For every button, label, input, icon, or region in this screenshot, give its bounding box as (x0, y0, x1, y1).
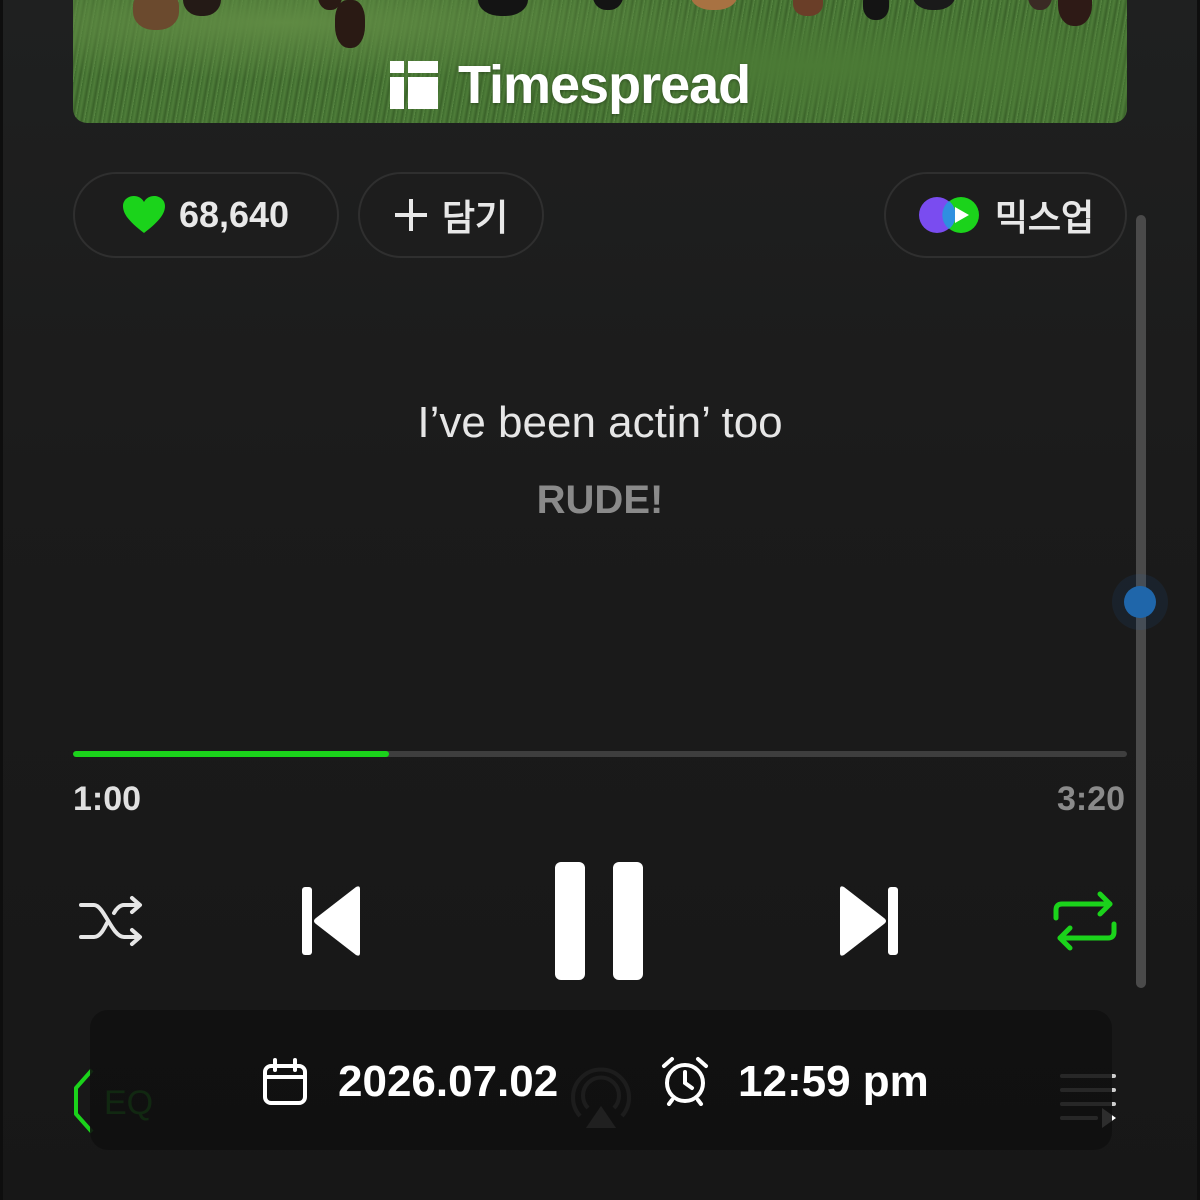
art-figure (793, 0, 823, 16)
progress-fill (73, 751, 390, 757)
brand-logo-icon (390, 61, 438, 109)
like-button[interactable]: 68,640 (73, 172, 339, 258)
overlay-date: 2026.07.02 (338, 1057, 559, 1106)
skip-previous-icon[interactable] (300, 885, 364, 957)
art-figure (1058, 0, 1092, 26)
art-figure (183, 0, 221, 16)
lyric-current-line[interactable]: I’ve been actin’ too (0, 398, 1200, 448)
art-figure (863, 0, 889, 20)
alarm-clock-icon (662, 1057, 708, 1106)
progress-bar[interactable] (73, 751, 1127, 757)
mixup-label: 믹스업 (994, 197, 1095, 238)
elapsed-time: 1:00 (73, 780, 142, 818)
lyrics-scroll-thumb[interactable] (1124, 586, 1156, 618)
heart-icon (122, 196, 165, 233)
add-label: 담기 (441, 197, 509, 238)
art-figure (593, 0, 623, 10)
lyric-next-line[interactable]: RUDE! (0, 478, 1200, 523)
plus-icon (394, 199, 427, 231)
screen-edge-left (0, 0, 3, 1200)
add-to-playlist-button[interactable]: 담기 (358, 172, 544, 258)
mixup-button[interactable]: 믹스업 (884, 172, 1127, 258)
repeat-icon[interactable] (1050, 888, 1120, 954)
art-figure (691, 0, 737, 10)
datetime-overlay (90, 1010, 1112, 1150)
pause-icon[interactable] (553, 860, 647, 982)
skip-next-icon[interactable] (836, 885, 900, 957)
brand-name: Timespread (458, 55, 751, 115)
like-count: 68,640 (178, 194, 290, 235)
brand-watermark: Timespread (390, 55, 751, 115)
art-figure (913, 0, 955, 10)
art-figure (478, 0, 528, 16)
shuffle-icon[interactable] (78, 893, 148, 949)
calendar-icon (263, 1058, 307, 1105)
player-screen: Timespread 68,640 담기 믹스업 I’ve been actin… (0, 0, 1200, 1200)
art-figure (133, 0, 179, 30)
total-duration: 3:20 (1056, 780, 1125, 818)
art-figure (1028, 0, 1052, 10)
mixup-icon (918, 197, 979, 233)
overlay-time: 12:59 pm (738, 1057, 929, 1106)
art-figure (335, 0, 365, 48)
